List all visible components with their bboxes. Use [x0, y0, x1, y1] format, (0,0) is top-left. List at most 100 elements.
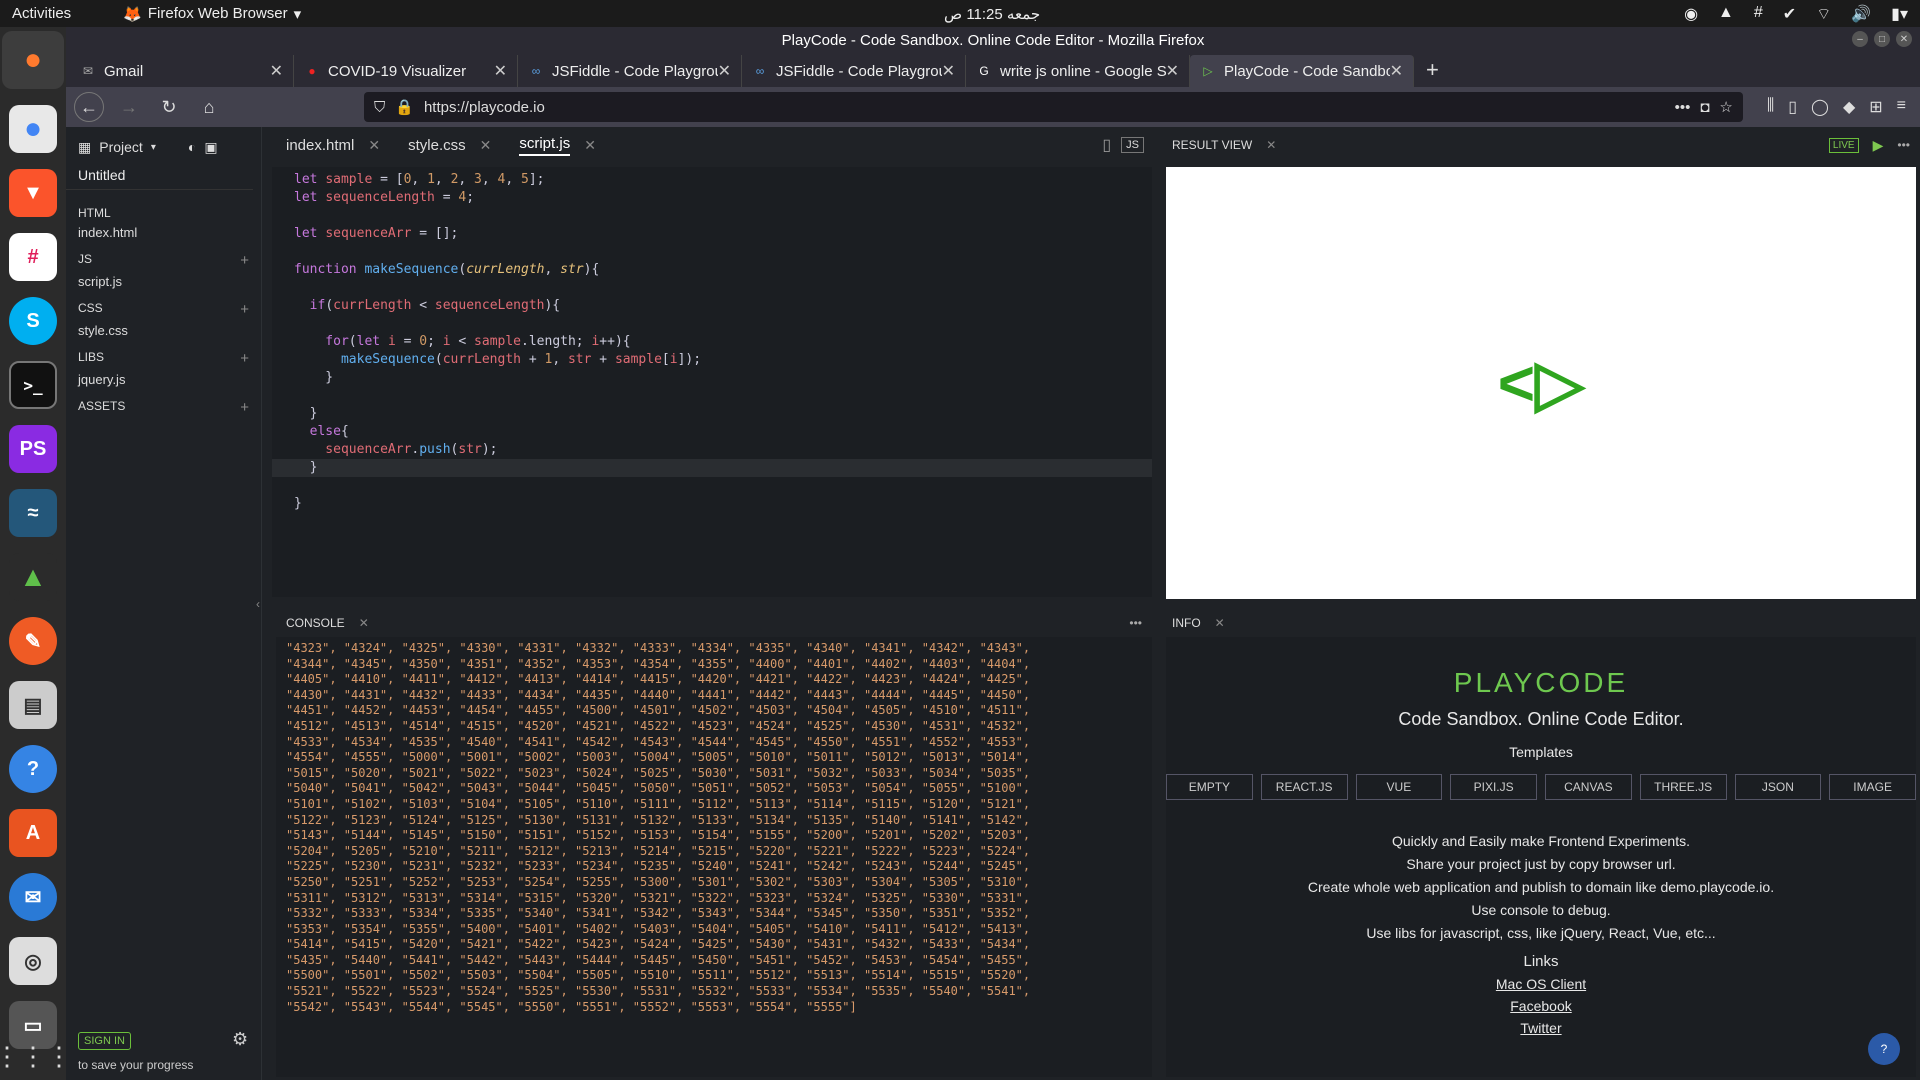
- terminal-icon[interactable]: >_: [9, 361, 57, 409]
- tab-jsfiddle-2[interactable]: ∞ JSFiddle - Code Playgrou ✕: [742, 55, 966, 87]
- phpstorm-icon[interactable]: PS: [9, 425, 57, 473]
- play-icon[interactable]: ▶: [1873, 137, 1884, 154]
- activities-button[interactable]: Activities: [12, 5, 71, 22]
- file-style-css[interactable]: style.css: [78, 323, 249, 338]
- file-jquery-js[interactable]: jquery.js: [78, 372, 249, 387]
- code-editor[interactable]: let sample = [0, 1, 2, 3, 4, 5]; let seq…: [272, 167, 1152, 597]
- lock-icon[interactable]: 🔒: [395, 98, 414, 116]
- volume-icon[interactable]: 🔊: [1851, 4, 1871, 24]
- tab-close-icon[interactable]: ✕: [1390, 61, 1403, 81]
- close-icon[interactable]: ✕: [1215, 616, 1225, 630]
- minimize-icon[interactable]: –: [1852, 31, 1868, 47]
- file-index-html[interactable]: index.html: [78, 225, 249, 240]
- more-icon[interactable]: •••: [1129, 616, 1142, 630]
- tab-close-icon[interactable]: ✕: [1166, 61, 1179, 81]
- console-toggle-icon[interactable]: ▣: [204, 139, 217, 156]
- result-view[interactable]: <▷: [1166, 167, 1916, 599]
- bookmark-star-icon[interactable]: ☆: [1719, 98, 1732, 116]
- link-mac-client[interactable]: Mac OS Client: [1166, 976, 1916, 992]
- mysql-workbench-icon[interactable]: ≈: [9, 489, 57, 537]
- project-title[interactable]: Untitled: [66, 161, 253, 190]
- clock[interactable]: جمعه 11:25 ص: [944, 5, 1040, 23]
- account-icon[interactable]: ◯: [1811, 97, 1829, 117]
- extension-icon[interactable]: ◆: [1843, 97, 1855, 117]
- help-button[interactable]: ?: [1868, 1033, 1900, 1065]
- app-menu[interactable]: 🦊 Firefox Web Browser ▾: [123, 5, 301, 23]
- template-image-button[interactable]: IMAGE: [1829, 774, 1916, 800]
- add-css-icon[interactable]: +: [240, 301, 249, 318]
- live-toggle[interactable]: LIVE: [1828, 137, 1859, 153]
- maximize-icon[interactable]: □: [1874, 31, 1890, 47]
- tab-google[interactable]: Gwrite js online - Google S ✕: [966, 55, 1190, 87]
- tab-script-js[interactable]: script.js ✕: [505, 127, 610, 163]
- postman-icon[interactable]: ✎: [9, 617, 57, 665]
- template-pixi-button[interactable]: PIXI.JS: [1450, 774, 1537, 800]
- brave-icon[interactable]: ▼: [9, 169, 57, 217]
- add-asset-icon[interactable]: +: [240, 399, 249, 416]
- extensions-icon[interactable]: ⊞: [1869, 97, 1882, 117]
- file-script-js[interactable]: script.js: [78, 274, 249, 289]
- file-icon[interactable]: ▯: [1102, 135, 1111, 155]
- files-icon[interactable]: ▤: [9, 681, 57, 729]
- close-icon[interactable]: ✕: [368, 137, 380, 154]
- check-icon[interactable]: ✔: [1783, 4, 1796, 24]
- close-icon[interactable]: ✕: [584, 137, 596, 154]
- library-icon[interactable]: ⫼: [1767, 97, 1774, 117]
- thunderbird-icon[interactable]: ✉: [9, 873, 57, 921]
- url-bar[interactable]: ⛉ 🔒 https://playcode.io ••• ◘ ☆: [364, 92, 1743, 122]
- collapse-sidebar-icon[interactable]: ‹: [256, 597, 260, 611]
- obs-icon[interactable]: ◉: [1684, 4, 1698, 24]
- globe-icon[interactable]: ◐: [188, 139, 196, 155]
- template-vue-button[interactable]: VUE: [1355, 774, 1443, 800]
- project-menu[interactable]: Project: [99, 139, 143, 155]
- page-actions-icon[interactable]: •••: [1675, 99, 1691, 116]
- vlc-icon[interactable]: ▲: [1718, 4, 1734, 24]
- rocket-icon[interactable]: ▲: [9, 553, 57, 601]
- software-center-icon[interactable]: A: [9, 809, 57, 857]
- forward-button[interactable]: →: [114, 92, 144, 122]
- tab-close-icon[interactable]: ✕: [942, 61, 955, 81]
- tab-close-icon[interactable]: ✕: [718, 61, 731, 81]
- battery-icon[interactable]: ▮▾: [1891, 4, 1908, 24]
- sign-in-button[interactable]: SIGN IN: [78, 1032, 131, 1050]
- language-badge[interactable]: JS: [1121, 137, 1144, 153]
- slack-tray-icon[interactable]: #: [1754, 4, 1763, 24]
- menu-icon[interactable]: ≡: [1897, 97, 1906, 117]
- slack-icon[interactable]: #: [9, 233, 57, 281]
- pocket-icon[interactable]: ◘: [1700, 99, 1709, 116]
- template-react-button[interactable]: REACT.JS: [1260, 774, 1348, 800]
- sidebar-icon[interactable]: ▯: [1788, 97, 1797, 117]
- skype-icon[interactable]: S: [9, 297, 57, 345]
- system-tray[interactable]: ◉ ▲ # ✔ ⌔ 🔊 ▮▾: [1684, 4, 1908, 24]
- link-twitter[interactable]: Twitter: [1166, 1020, 1916, 1036]
- show-apps-icon[interactable]: ⋮⋮⋮: [0, 1041, 72, 1072]
- close-icon[interactable]: ✕: [1896, 31, 1912, 47]
- gear-icon[interactable]: ⚙: [232, 1029, 248, 1050]
- back-button[interactable]: ←: [74, 92, 104, 122]
- grid-icon[interactable]: ▦: [78, 139, 91, 156]
- template-json-button[interactable]: JSON: [1734, 774, 1822, 800]
- home-button[interactable]: ⌂: [194, 92, 224, 122]
- tab-close-icon[interactable]: ✕: [270, 61, 283, 81]
- tab-jsfiddle-1[interactable]: ∞ JSFiddle - Code Playgrou ✕: [518, 55, 742, 87]
- more-icon[interactable]: •••: [1897, 138, 1910, 152]
- add-js-icon[interactable]: +: [240, 252, 249, 269]
- firefox-icon[interactable]: ●: [2, 31, 64, 89]
- new-tab-button[interactable]: +: [1414, 57, 1451, 87]
- close-icon[interactable]: ✕: [480, 137, 492, 154]
- help-icon[interactable]: ?: [9, 745, 57, 793]
- tab-gmail[interactable]: ✉ Gmail ✕: [70, 55, 294, 87]
- tab-style-css[interactable]: style.css ✕: [394, 127, 505, 163]
- template-three-button[interactable]: THREE.JS: [1639, 774, 1727, 800]
- add-lib-icon[interactable]: +: [240, 350, 249, 367]
- tab-close-icon[interactable]: ✕: [494, 61, 507, 81]
- tab-playcode[interactable]: ▷ PlayCode - Code Sandbo ✕: [1190, 55, 1414, 87]
- template-canvas-button[interactable]: CANVAS: [1545, 774, 1632, 800]
- rhythmbox-icon[interactable]: ◎: [9, 937, 57, 985]
- link-facebook[interactable]: Facebook: [1166, 998, 1916, 1014]
- reload-button[interactable]: ↻: [154, 92, 184, 122]
- wifi-icon[interactable]: ⌔: [1816, 4, 1831, 24]
- close-icon[interactable]: ✕: [359, 616, 369, 630]
- template-empty-button[interactable]: EMPTY: [1166, 774, 1253, 800]
- tab-index-html[interactable]: index.html ✕: [272, 127, 394, 163]
